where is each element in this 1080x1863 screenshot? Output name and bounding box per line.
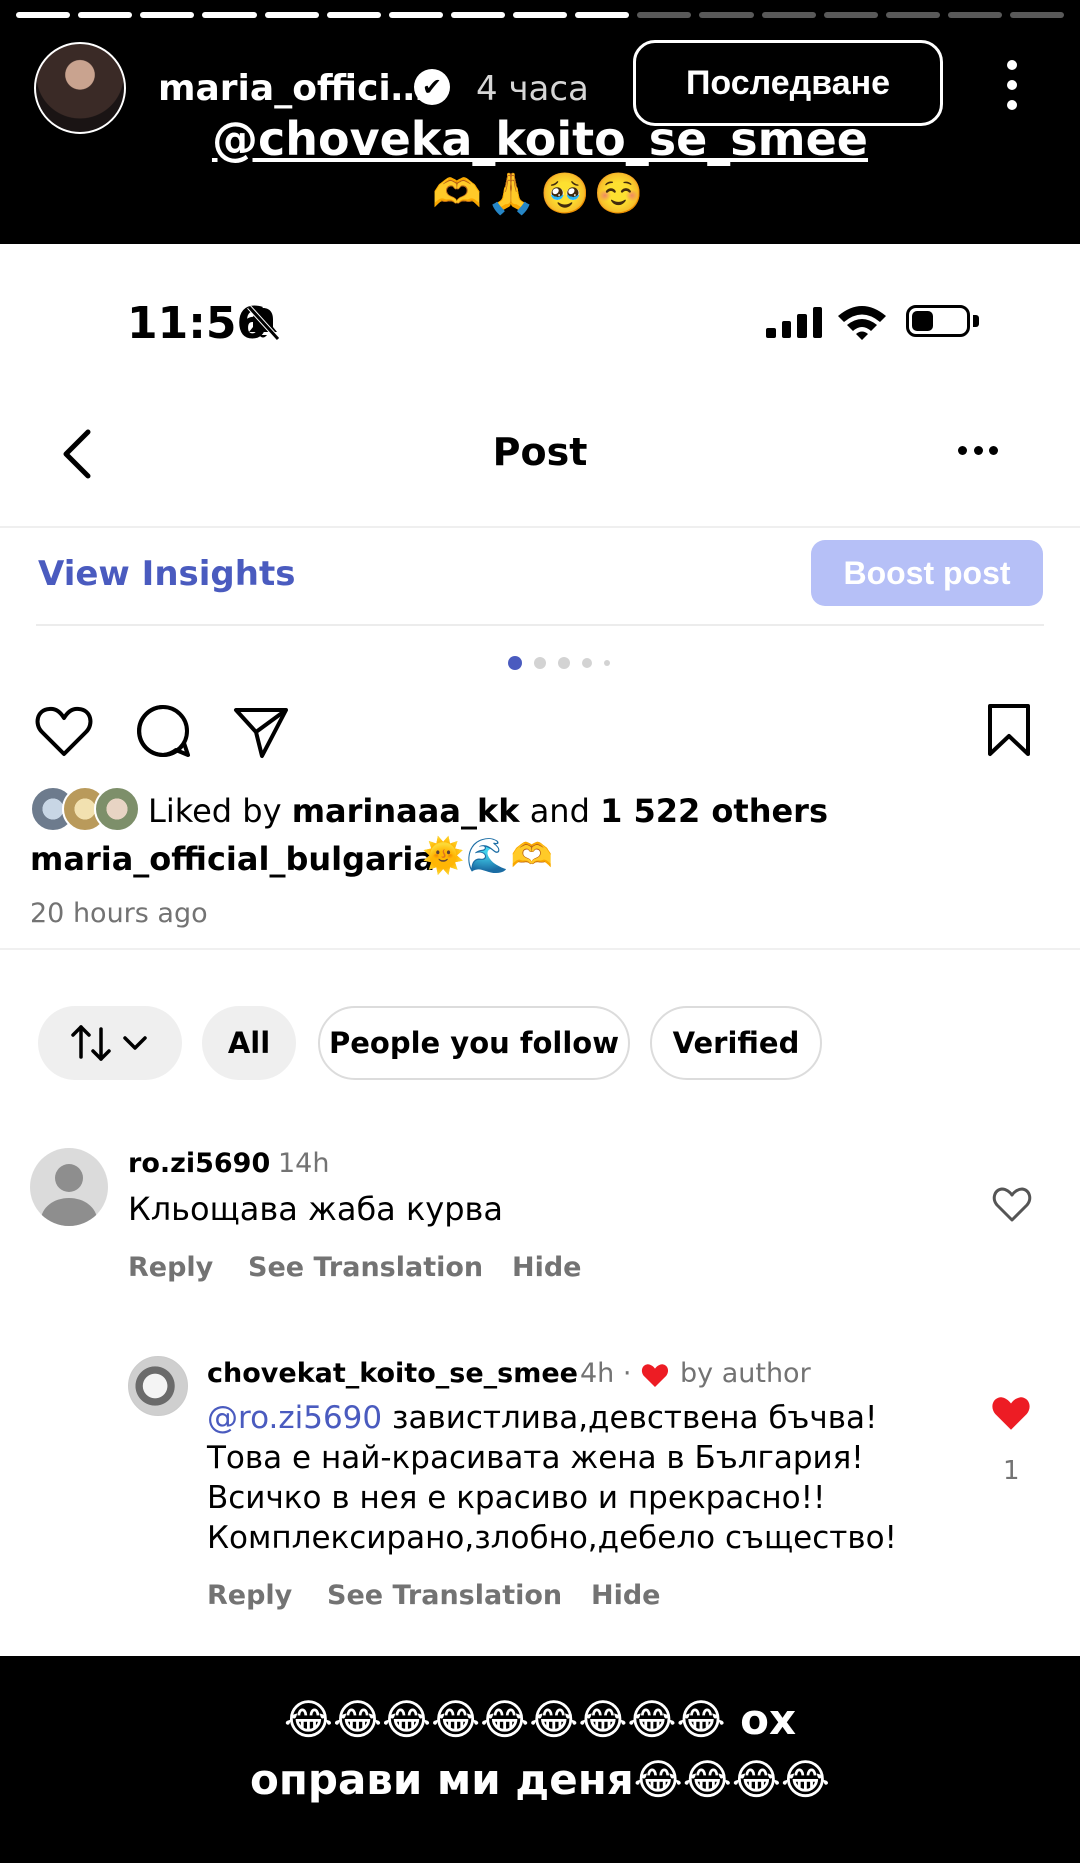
story-progress-segment <box>1010 12 1065 18</box>
share-icon[interactable] <box>232 704 290 760</box>
bell-muted-icon <box>247 305 280 341</box>
reply-button[interactable]: Reply <box>128 1252 213 1283</box>
hide-button[interactable]: Hide <box>591 1580 661 1611</box>
story-caption-line-1: 😂😂😂😂😂😂😂😂😂 ох <box>283 1695 797 1744</box>
story-emoji-text: 🫶🙏🥹☺️ <box>432 171 648 217</box>
story-progress-segment <box>575 12 630 18</box>
reply-liked-heart-icon[interactable] <box>990 1394 1032 1434</box>
story-mention-sticker[interactable]: @choveka_koito_se_smee <box>0 112 1080 166</box>
story-progress-segment <box>16 12 71 18</box>
reply-text: @ro.zi5690 завистлива,девствена бъчва! Т… <box>207 1398 967 1558</box>
story-progress-segment <box>388 12 443 18</box>
carousel-dot <box>558 657 570 669</box>
story-progress-segment <box>513 12 568 18</box>
sort-dropdown[interactable] <box>38 1006 182 1080</box>
avatar <box>94 786 140 832</box>
story-progress-bar <box>16 12 1065 18</box>
filter-chip-verified[interactable]: Verified <box>650 1006 822 1080</box>
reply-line-2: Това е най-красивата жена в България! <box>207 1440 864 1476</box>
story-progress-segment <box>140 12 195 18</box>
sort-arrows-icon <box>71 1025 147 1061</box>
bookmark-icon[interactable] <box>986 702 1032 758</box>
story-progress-segment <box>761 12 816 18</box>
boost-post-button[interactable]: Boost post <box>811 540 1043 606</box>
carousel-dot <box>534 657 546 669</box>
reply-button[interactable]: Reply <box>207 1580 292 1611</box>
liked-mid: and <box>519 792 601 830</box>
carousel-dot <box>508 656 522 670</box>
verified-badge-icon: ✔ <box>414 69 450 105</box>
story-progress-segment <box>823 12 878 18</box>
divider <box>0 948 1080 950</box>
story-progress-segment <box>699 12 754 18</box>
reply-username[interactable]: chovekat_koito_se_smee <box>207 1358 578 1389</box>
comment-username[interactable]: ro.zi5690 <box>128 1148 270 1179</box>
filter-chip-all[interactable]: All <box>202 1006 296 1080</box>
carousel-dot <box>582 658 592 668</box>
reply-timestamp: 4h · <box>580 1358 632 1389</box>
view-insights-link[interactable]: View Insights <box>38 554 295 594</box>
see-translation-button[interactable]: See Translation <box>327 1580 562 1611</box>
battery-icon <box>906 305 970 337</box>
see-translation-button[interactable]: See Translation <box>248 1252 483 1283</box>
liked-prefix: Liked by <box>148 792 292 830</box>
story-progress-segment <box>264 12 319 18</box>
shared-screenshot: 11:56 Post View Insights Boost post Like… <box>0 244 1080 1656</box>
story-timestamp: 4 часа <box>476 69 589 109</box>
liked-by-author-label: by author <box>680 1358 811 1389</box>
comment-avatar[interactable] <box>30 1148 108 1226</box>
divider <box>0 526 1080 528</box>
story-progress-segment <box>78 12 133 18</box>
filter-chip-people-you-follow[interactable]: People you follow <box>318 1006 630 1080</box>
story-username[interactable]: maria_offici… <box>158 68 427 109</box>
wifi-icon <box>838 306 886 340</box>
reply-avatar[interactable] <box>128 1356 188 1416</box>
battery-tip <box>973 315 979 327</box>
likes-count[interactable]: 1 522 others <box>600 792 828 830</box>
story-progress-segment <box>202 12 257 18</box>
reply-line-1: завистлива,девствена бъчва! <box>382 1400 878 1436</box>
story-progress-segment <box>326 12 381 18</box>
liked-by-text[interactable]: Liked by marinaaa_kk and 1 522 others <box>148 792 828 830</box>
reply-line-4: Комплексирано,злобно,дебело същество! <box>207 1520 897 1556</box>
story-more-icon[interactable] <box>1000 60 1024 110</box>
hide-button[interactable]: Hide <box>512 1252 582 1283</box>
story-caption-line-2: оправи ми деня😂😂😂😂 <box>250 1755 830 1804</box>
caption-username[interactable]: maria_official_bulgaria <box>30 840 435 878</box>
carousel-dot <box>604 660 610 666</box>
story-progress-segment <box>885 12 940 18</box>
carousel-indicator <box>508 656 610 670</box>
comment-timestamp: 14h <box>278 1148 330 1179</box>
ellipsis-icon[interactable] <box>958 446 998 460</box>
comment-icon[interactable] <box>134 702 192 760</box>
post-timestamp: 20 hours ago <box>30 898 208 929</box>
comment-text: Кльощава жаба курва <box>128 1190 503 1228</box>
story-caption-text: 😂😂😂😂😂😂😂😂😂 ох оправи ми деня😂😂😂😂 <box>0 1690 1080 1810</box>
page-title: Post <box>492 430 588 474</box>
comment-like-icon[interactable] <box>992 1186 1032 1224</box>
liked-by-author-heart-icon <box>641 1364 669 1388</box>
cellular-signal-icon <box>766 306 822 338</box>
reply-mention[interactable]: @ro.zi5690 <box>207 1400 382 1436</box>
story-progress-segment <box>947 12 1002 18</box>
reply-line-3: Всичко в нея е красиво и прекрасно!! <box>207 1480 826 1516</box>
liked-user[interactable]: marinaaa_kk <box>292 792 520 830</box>
liked-by-avatars[interactable] <box>30 786 140 832</box>
story-progress-segment <box>450 12 505 18</box>
story-progress-segment <box>637 12 692 18</box>
caption-text: 🌞🌊🫶 <box>422 836 556 876</box>
heart-icon[interactable] <box>34 704 94 760</box>
reply-like-count: 1 <box>1003 1456 1020 1486</box>
divider <box>36 624 1044 626</box>
